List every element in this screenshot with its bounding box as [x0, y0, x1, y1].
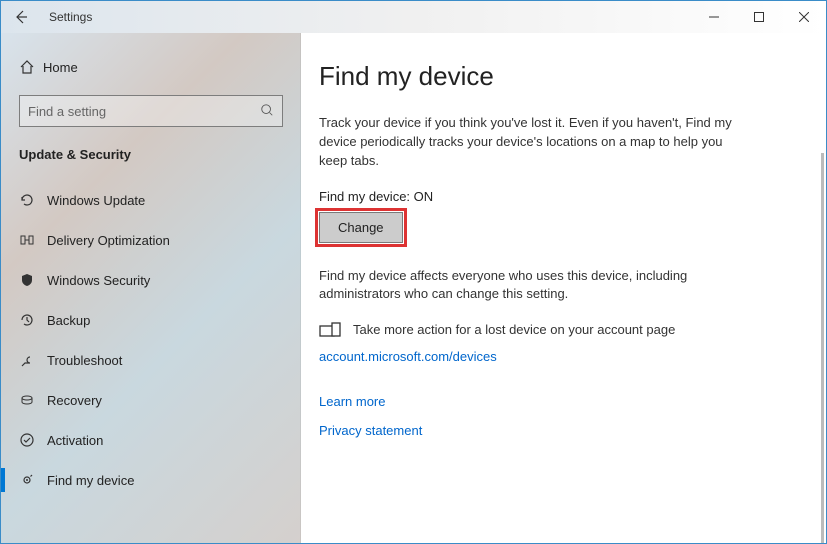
status-text: Find my device: ON — [319, 189, 796, 204]
shield-icon — [19, 272, 47, 288]
category-label: Update & Security — [1, 147, 301, 180]
maximize-button[interactable] — [736, 1, 781, 33]
back-button[interactable] — [1, 1, 41, 33]
delivery-icon — [19, 232, 47, 248]
close-icon — [799, 12, 809, 22]
sidebar-item-label: Delivery Optimization — [47, 233, 170, 248]
minimize-icon — [709, 12, 719, 22]
devices-icon — [319, 322, 341, 345]
search-box[interactable] — [19, 95, 283, 127]
sidebar-item-label: Backup — [47, 313, 90, 328]
sidebar: Home Update & Security Windows Update De… — [1, 33, 301, 543]
home-icon — [19, 59, 43, 75]
window-controls — [691, 1, 826, 33]
search-icon — [260, 103, 274, 120]
sidebar-item-label: Windows Security — [47, 273, 150, 288]
account-link[interactable]: account.microsoft.com/devices — [319, 349, 796, 364]
sidebar-item-troubleshoot[interactable]: Troubleshoot — [1, 340, 301, 380]
backup-icon — [19, 312, 47, 328]
action-row: Take more action for a lost device on yo… — [319, 322, 796, 345]
sidebar-item-label: Troubleshoot — [47, 353, 122, 368]
window-title: Settings — [49, 10, 92, 24]
activation-icon — [19, 432, 47, 448]
page-title: Find my device — [319, 61, 796, 92]
change-button[interactable]: Change — [319, 212, 403, 243]
sidebar-item-delivery-optimization[interactable]: Delivery Optimization — [1, 220, 301, 260]
sidebar-item-activation[interactable]: Activation — [1, 420, 301, 460]
search-input[interactable] — [28, 104, 260, 119]
intro-text: Track your device if you think you've lo… — [319, 114, 739, 171]
sidebar-item-recovery[interactable]: Recovery — [1, 380, 301, 420]
sidebar-item-label: Windows Update — [47, 193, 145, 208]
refresh-icon — [19, 192, 47, 208]
learn-more-link[interactable]: Learn more — [319, 394, 796, 409]
close-button[interactable] — [781, 1, 826, 33]
home-link[interactable]: Home — [1, 51, 301, 83]
home-label: Home — [43, 60, 78, 75]
sidebar-item-find-my-device[interactable]: Find my device — [1, 460, 301, 500]
troubleshoot-icon — [19, 352, 47, 368]
sidebar-item-label: Find my device — [47, 473, 134, 488]
title-bar: Settings — [1, 1, 826, 33]
sidebar-item-backup[interactable]: Backup — [1, 300, 301, 340]
arrow-left-icon — [13, 9, 29, 25]
sidebar-item-label: Recovery — [47, 393, 102, 408]
minimize-button[interactable] — [691, 1, 736, 33]
sidebar-item-windows-update[interactable]: Windows Update — [1, 180, 301, 220]
scrollbar[interactable] — [821, 153, 824, 543]
sidebar-item-windows-security[interactable]: Windows Security — [1, 260, 301, 300]
recovery-icon — [19, 392, 47, 408]
affects-text: Find my device affects everyone who uses… — [319, 267, 739, 305]
privacy-link[interactable]: Privacy statement — [319, 423, 796, 438]
maximize-icon — [754, 12, 764, 22]
main-content: Find my device Track your device if you … — [301, 33, 826, 543]
action-text: Take more action for a lost device on yo… — [353, 322, 675, 337]
location-icon — [19, 472, 47, 488]
sidebar-item-label: Activation — [47, 433, 103, 448]
